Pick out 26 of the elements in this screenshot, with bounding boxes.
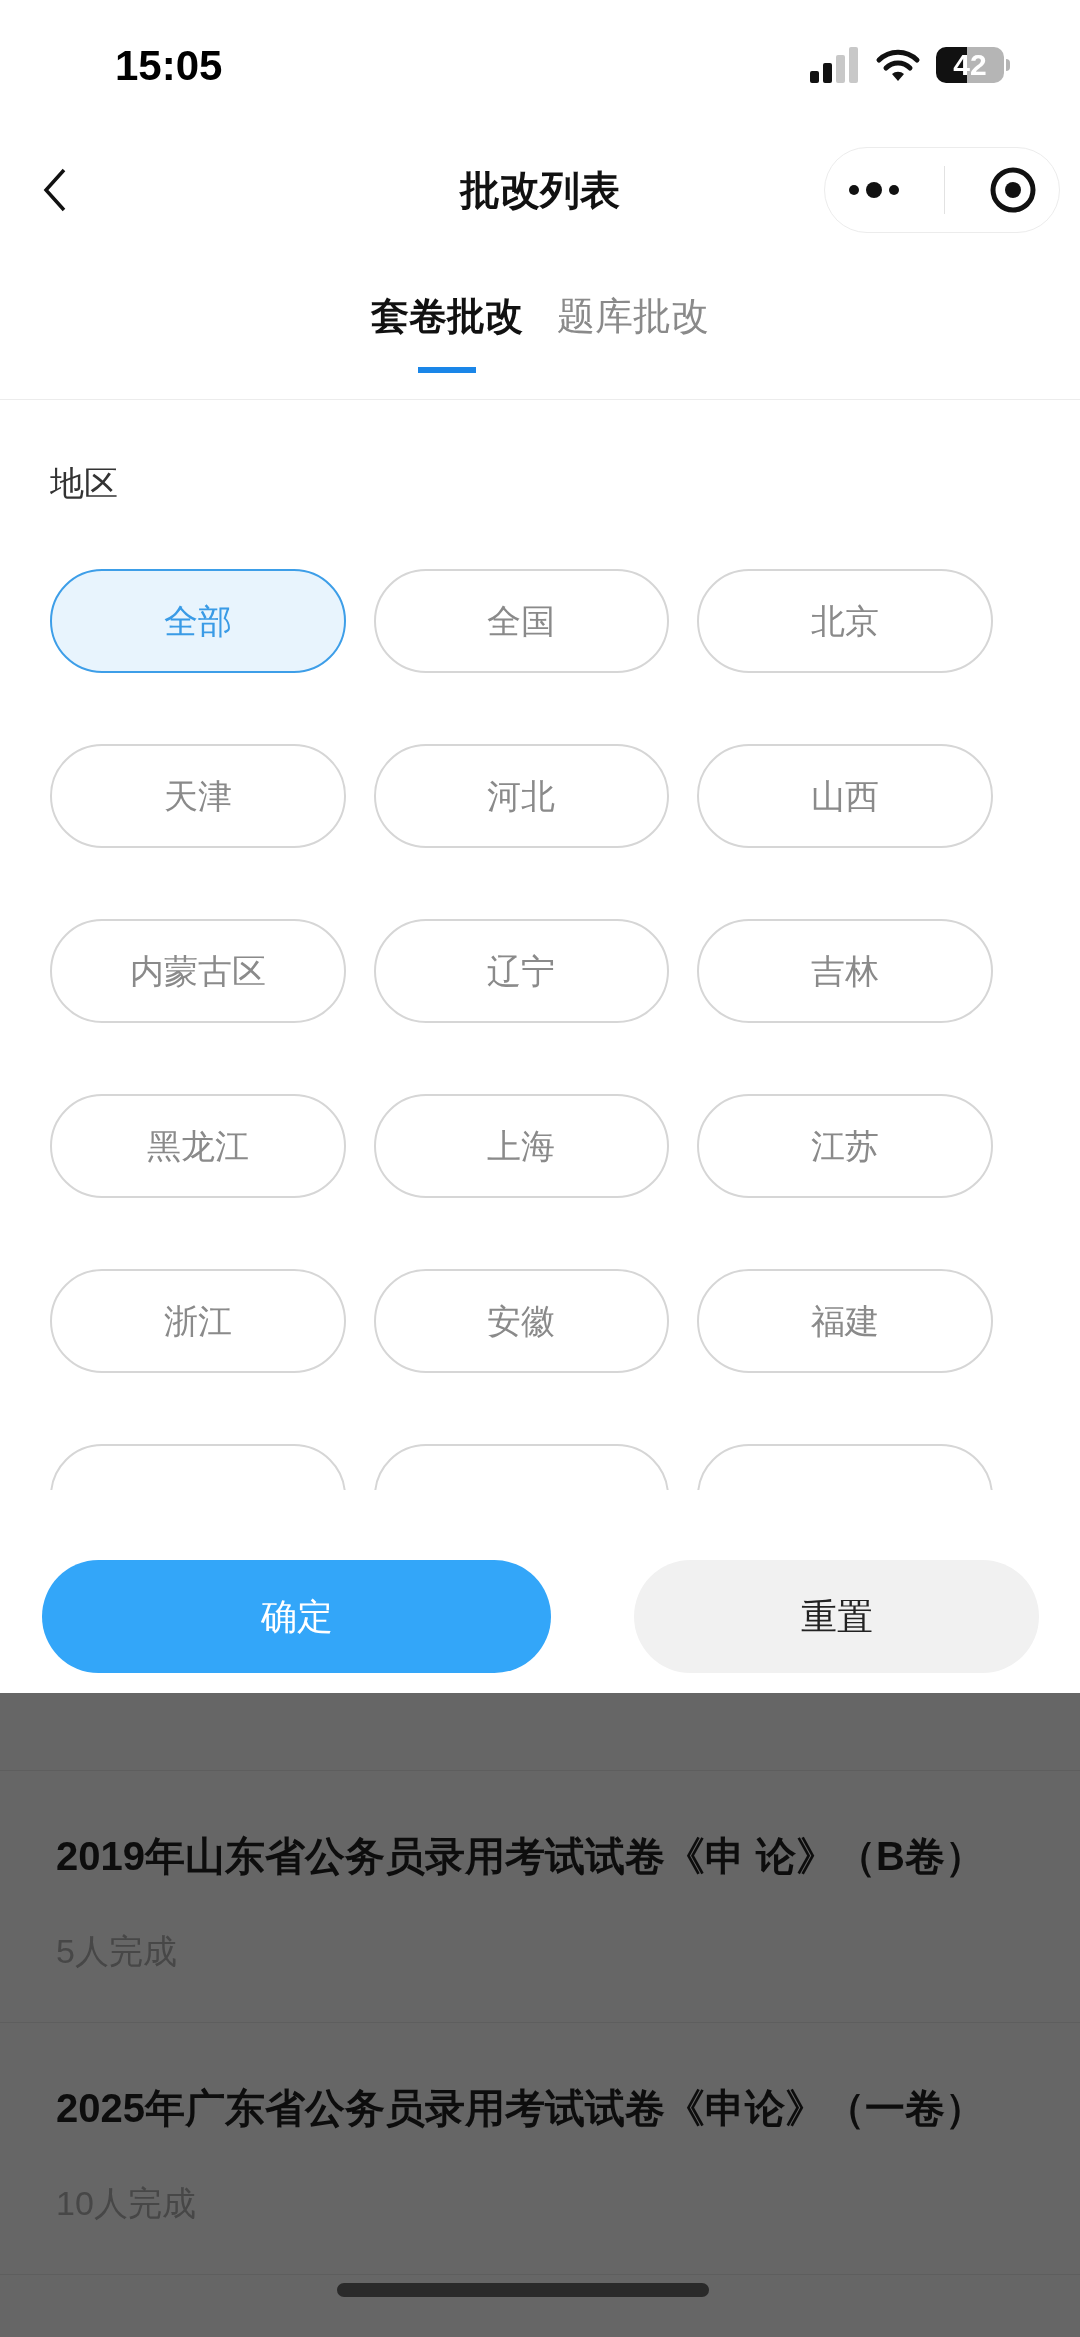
region-option[interactable]: 福建 — [697, 1269, 993, 1373]
region-option[interactable]: 北京 — [697, 569, 993, 673]
region-option[interactable]: 黑龙江 — [50, 1094, 346, 1198]
region-option[interactable]: 江苏 — [697, 1094, 993, 1198]
region-option[interactable]: 安徽 — [373, 1269, 670, 1373]
region-option[interactable]: 吉林 — [697, 919, 993, 1023]
region-option[interactable]: 全国 — [373, 569, 670, 673]
confirm-button[interactable]: 确定 — [42, 1560, 551, 1673]
region-option[interactable]: 辽宁 — [373, 919, 670, 1023]
tab[interactable]: 题库批改 — [557, 288, 709, 345]
wifi-icon — [874, 47, 922, 83]
region-heading: 地区 — [50, 463, 119, 504]
region-option[interactable]: 山西 — [697, 744, 993, 848]
paper-title[interactable]: 2025年广东省公务员录用考试试卷《申论》（一卷） — [56, 2078, 1030, 2138]
region-option[interactable]: 天津 — [50, 744, 346, 848]
region-option[interactable]: 全部 — [50, 569, 346, 673]
region-option[interactable]: 浙江 — [50, 1269, 346, 1373]
region-option[interactable]: 内蒙古区 — [50, 919, 346, 1023]
page-title: 批改列表 — [460, 167, 620, 214]
region-option[interactable]: 河北 — [373, 744, 670, 848]
signal-icon — [810, 47, 860, 83]
tab[interactable]: 套卷批改 — [371, 288, 523, 345]
status-time: 15:05 — [115, 40, 223, 91]
region-option[interactable]: 上海 — [373, 1094, 670, 1198]
reset-button[interactable]: 重置 — [634, 1560, 1039, 1673]
paper-title[interactable]: 2019年山东省公务员录用考试试卷《申 论》（B卷） — [56, 1826, 1030, 1886]
